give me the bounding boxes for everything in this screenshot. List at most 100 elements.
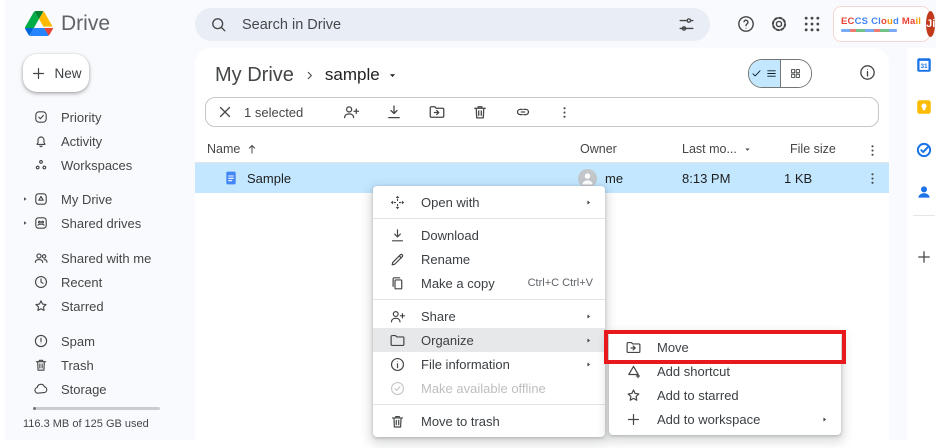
share-person-add-icon <box>389 308 406 325</box>
calendar-icon[interactable]: 31 <box>915 56 933 74</box>
storage-progress-fill <box>33 407 36 410</box>
trash-icon[interactable] <box>471 103 489 121</box>
size-cell: 1 KB <box>784 163 812 193</box>
submenu-arrow-icon <box>584 336 593 345</box>
list-view-button[interactable] <box>749 60 781 87</box>
list-view-icon <box>765 67 778 80</box>
sidebar-item-activity[interactable]: Activity <box>10 129 190 153</box>
menu-item-label: Organize <box>421 333 569 348</box>
search-input[interactable] <box>240 16 665 34</box>
sidebar-item-workspaces[interactable]: Workspaces <box>10 153 190 177</box>
menu-item-label: Move to trash <box>421 414 593 429</box>
menu-item-organize[interactable]: Organize <box>373 328 605 352</box>
column-header-size[interactable]: File size <box>790 142 836 156</box>
trash-icon <box>389 413 406 430</box>
more-actions-icon[interactable] <box>557 105 572 120</box>
menu-item-open-with[interactable]: Open with <box>373 190 605 214</box>
sidebar-item-shared-drives[interactable]: Shared drives <box>10 211 190 235</box>
details-info-icon[interactable] <box>858 63 877 82</box>
contacts-icon[interactable] <box>915 183 933 201</box>
bell-icon <box>33 133 49 149</box>
header-label: Owner <box>580 142 617 156</box>
user-avatar[interactable]: Ji <box>926 11 935 37</box>
apps-grid-icon[interactable] <box>802 14 822 34</box>
app-background: Drive ECCS Cloud Mail Ji New Priority <box>5 0 936 440</box>
move-folder-icon[interactable] <box>428 103 446 121</box>
view-toggle[interactable] <box>748 59 812 88</box>
open-with-icon <box>389 194 406 211</box>
selection-toolbar: 1 selected <box>205 97 879 127</box>
owner-name: me <box>605 171 623 186</box>
table-header: Name Owner Last mo... File size <box>195 140 889 163</box>
column-header-modified[interactable]: Last mo... <box>682 142 753 156</box>
sidebar-item-label: Trash <box>61 358 94 373</box>
expand-arrow-icon[interactable] <box>21 219 29 227</box>
column-header-name[interactable]: Name <box>207 142 259 156</box>
plus-icon <box>625 411 642 428</box>
sidebar-item-recent[interactable]: Recent <box>10 270 190 294</box>
download-icon[interactable] <box>385 103 403 121</box>
menu-item-rename[interactable]: Rename <box>373 247 605 271</box>
sidebar-item-spam[interactable]: Spam <box>10 329 190 353</box>
row-more-icon[interactable] <box>865 171 880 186</box>
share-person-add-icon[interactable] <box>342 103 360 121</box>
sidebar-item-label: Shared with me <box>61 251 151 266</box>
keyboard-shortcut: Ctrl+C Ctrl+V <box>528 277 593 289</box>
new-button[interactable]: New <box>23 54 89 92</box>
header-label: Name <box>207 142 240 156</box>
menu-item-move-to-trash[interactable]: Move to trash <box>373 409 605 433</box>
pencil-icon <box>389 251 406 268</box>
submenu-item-add-to-workspace[interactable]: Add to workspace <box>609 407 841 431</box>
search-bar[interactable] <box>195 8 710 41</box>
breadcrumb: My Drive sample <box>215 60 399 90</box>
sort-ascending-icon[interactable] <box>245 142 259 156</box>
sidebar-item-label: Spam <box>61 334 95 349</box>
sidebar-item-storage[interactable]: Storage <box>10 377 190 401</box>
trash-icon <box>33 357 49 373</box>
drive-logo <box>25 11 53 36</box>
google-docs-icon <box>223 169 239 187</box>
breadcrumb-root[interactable]: My Drive <box>215 64 294 87</box>
link-icon[interactable] <box>514 103 532 121</box>
storage-used-text: 116.3 MB of 125 GB used <box>23 418 149 430</box>
move-folder-icon <box>625 339 642 356</box>
help-icon[interactable] <box>736 14 756 34</box>
expand-arrow-icon[interactable] <box>21 195 29 203</box>
sidebar-item-priority[interactable]: Priority <box>10 105 190 129</box>
search-icon <box>209 15 228 34</box>
tasks-icon[interactable] <box>915 141 933 159</box>
column-header-owner[interactable]: Owner <box>580 142 617 156</box>
sidebar-item-shared-with-me[interactable]: Shared with me <box>10 246 190 270</box>
submenu-arrow-icon <box>584 312 593 321</box>
sidebar-item-my-drive[interactable]: My Drive <box>10 187 190 211</box>
clock-icon <box>33 274 49 290</box>
info-icon <box>389 356 406 373</box>
sidebar-item-trash[interactable]: Trash <box>10 353 190 377</box>
menu-item-download[interactable]: Download <box>373 223 605 247</box>
account-badge[interactable]: ECCS Cloud Mail Ji <box>833 6 930 42</box>
header-label: File size <box>790 142 836 156</box>
keep-icon[interactable] <box>915 98 933 116</box>
menu-item-share[interactable]: Share <box>373 304 605 328</box>
app-title: Drive <box>61 12 110 36</box>
settings-gear-icon[interactable] <box>769 14 789 34</box>
sidebar-item-starred[interactable]: Starred <box>10 294 190 318</box>
breadcrumb-current[interactable]: sample <box>325 65 399 85</box>
close-selection-icon[interactable] <box>216 103 234 121</box>
grid-view-button[interactable] <box>781 60 812 87</box>
side-panel-divider <box>913 215 935 216</box>
submenu-item-add-shortcut[interactable]: Add shortcut <box>609 359 841 383</box>
submenu-arrow-icon <box>820 415 829 424</box>
menu-item-file-information[interactable]: File information <box>373 352 605 376</box>
sidebar-item-label: Priority <box>61 110 101 125</box>
file-cell: Sample <box>223 163 291 193</box>
my-drive-icon <box>33 191 49 207</box>
submenu-item-add-to-starred[interactable]: Add to starred <box>609 383 841 407</box>
header-more-icon[interactable] <box>865 143 880 158</box>
menu-item-make-a-copy[interactable]: Make a copy Ctrl+C Ctrl+V <box>373 271 605 295</box>
copy-icon <box>389 275 406 292</box>
search-options-icon[interactable] <box>677 15 696 34</box>
get-addons-plus-icon[interactable] <box>915 248 933 266</box>
account-badge-title: ECCS Cloud Mail <box>841 16 921 27</box>
submenu-item-move[interactable]: Move <box>609 335 841 359</box>
